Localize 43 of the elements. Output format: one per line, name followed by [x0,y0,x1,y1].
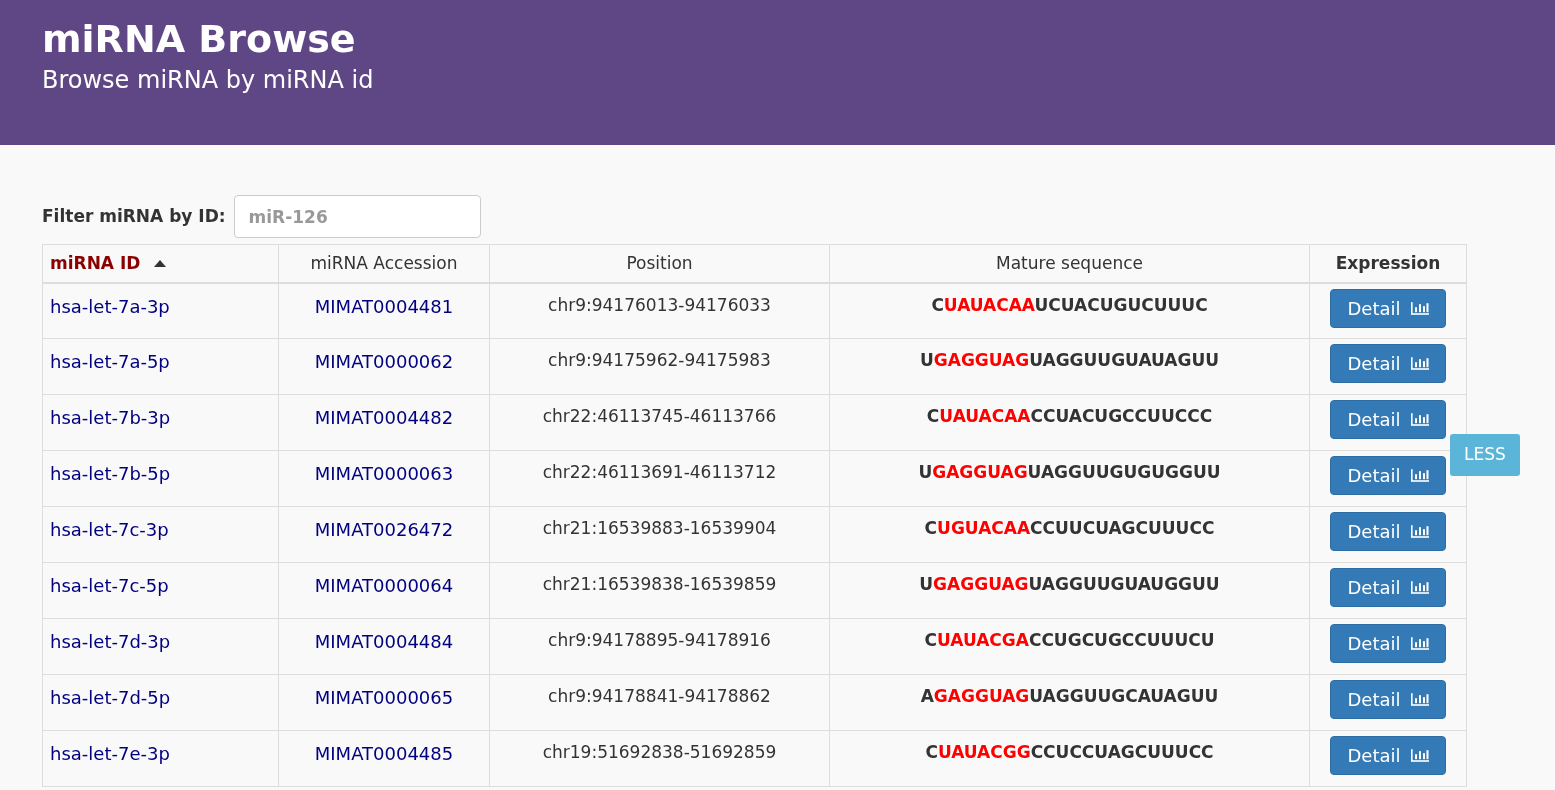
detail-button[interactable]: Detail [1330,456,1446,496]
detail-button[interactable]: Detail [1330,736,1446,776]
bar-chart-icon [1410,693,1429,707]
detail-button[interactable]: Detail [1330,344,1446,384]
sequence-text: CUAUACAAUCUACUGUCUUUC [931,293,1208,317]
column-header[interactable]: Position [626,252,693,273]
sequence-text: AGAGGUAGUAGGUUGCAUAGUU [920,685,1219,708]
position-text: chr22:46113745-46113766 [542,405,777,428]
sequence-text: UGAGGUAGUAGGUUGUAUAGUU [919,349,1220,372]
bar-chart-icon [1410,749,1429,763]
filter-input-field[interactable]: miR-126 [233,195,481,238]
page-title: miRNA Browse [42,18,357,62]
bar-chart-icon [1410,469,1429,483]
position-text: chr19:51692838-51692859 [542,741,777,764]
bar-chart-icon [1410,357,1429,371]
column-header[interactable]: Mature sequence [996,252,1143,273]
position-text: chr9:94175962-94175983 [548,349,771,372]
bar-chart-icon [1410,525,1429,539]
detail-button[interactable]: Detail [1330,624,1446,664]
detail-button[interactable]: Detail [1330,288,1446,328]
position-text: chr9:94178841-94178862 [548,685,771,708]
bar-chart-icon [1410,637,1429,651]
detail-button[interactable]: Detail [1330,568,1446,608]
sequence-text: CUAUACGGCCUCCUAGCUUUCC [925,741,1214,764]
position-text: chr21:16539883-16539904 [542,517,777,540]
bar-chart-icon [1410,301,1429,315]
sequence-text: UGAGGUAGUAGGUUGUGUGGUU [918,461,1221,484]
filter-label: Filter miRNA by ID: [42,204,226,228]
detail-button[interactable]: Detail [1330,512,1446,552]
position-text: chr21:16539838-16539859 [542,573,777,596]
position-text: chr9:94178895-94178916 [548,629,771,652]
position-text: chr22:46113691-46113712 [542,461,777,484]
bar-chart-icon [1410,413,1429,427]
sequence-text: UGAGGUAGUAGGUUGUAUGGUU [919,573,1220,596]
detail-button[interactable]: Detail [1330,680,1446,720]
sequence-text: CUAUACGACCUGCUGCCUUUCU [924,629,1215,652]
detail-button[interactable]: Detail [1330,400,1446,440]
sequence-text: CUGUACAACCUUCUAGCUUUCC [924,517,1215,540]
sort-up-icon [154,260,167,267]
bar-chart-icon [1410,581,1429,595]
page-subtitle: Browse miRNA by miRNA id [42,64,375,96]
sequence-text: CUAUACAACCUACUGCCUUCCC [926,405,1213,428]
position-text: chr9:94176013-94176033 [548,293,771,317]
